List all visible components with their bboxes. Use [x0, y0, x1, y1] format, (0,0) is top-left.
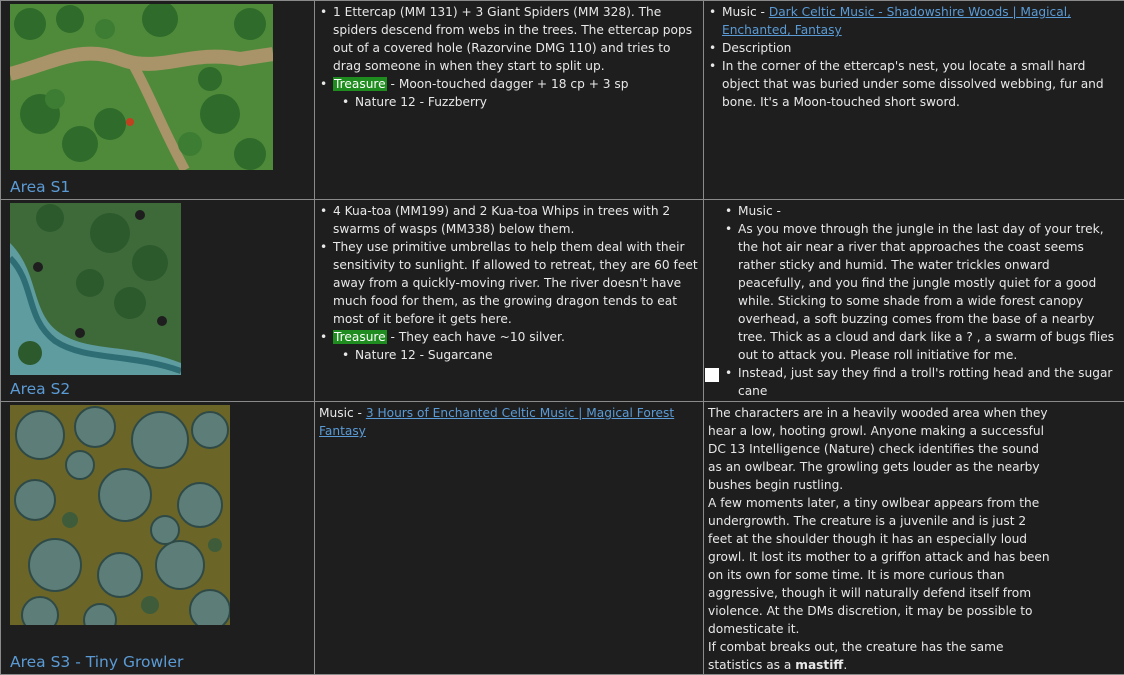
- sub-list-item: Nature 12 - Fuzzberry: [339, 93, 699, 111]
- list-item: As you move through the jungle in the la…: [722, 220, 1120, 364]
- encounter-cell: 1 Ettercap (MM 131) + 3 Giant Spiders (M…: [315, 1, 704, 200]
- treasure-highlight: Treasure: [333, 77, 387, 91]
- area-cell: Area S2: [1, 200, 315, 402]
- treasure-highlight: Treasure: [333, 330, 387, 344]
- stat-text: If combat breaks out, the creature has t…: [708, 640, 1003, 672]
- list-item: 4 Kua-toa (MM199) and 2 Kua-toa Whips in…: [317, 202, 699, 238]
- music-item: Music - Dark Celtic Music - Shadowshire …: [706, 3, 1120, 39]
- encounter-list: 1 Ettercap (MM 131) + 3 Giant Spiders (M…: [317, 3, 699, 93]
- sub-list: Nature 12 - Sugarcane: [339, 346, 699, 364]
- encounter-cell: 4 Kua-toa (MM199) and 2 Kua-toa Whips in…: [315, 200, 704, 402]
- music-label: Music -: [722, 5, 769, 19]
- stat-suffix: .: [843, 658, 847, 672]
- list-item: Music -: [722, 202, 1120, 220]
- music-label: Music -: [319, 406, 366, 420]
- treasure-text: - Moon-touched dagger + 18 cp + 3 sp: [387, 77, 629, 91]
- description-cell: Music - As you move through the jungle i…: [704, 200, 1124, 402]
- list-item: 1 Ettercap (MM 131) + 3 Giant Spiders (M…: [317, 3, 699, 75]
- list-item-treasure: Treasure - They each have ~10 silver.: [317, 328, 699, 346]
- list-item-treasure: Treasure - Moon-touched dagger + 18 cp +…: [317, 75, 699, 93]
- battle-map-river-image: [10, 203, 181, 375]
- battle-map-woods-image: [10, 405, 230, 625]
- description-cell: Music - Dark Celtic Music - Shadowshire …: [704, 1, 1124, 200]
- encounter-list: 4 Kua-toa (MM199) and 2 Kua-toa Whips in…: [317, 202, 699, 346]
- table-row: Area S3 - Tiny Growler Music - 3 Hours o…: [1, 402, 1124, 675]
- description-cell: The characters are in a heavily wooded a…: [704, 402, 1124, 675]
- encounter-cell: Music - 3 Hours of Enchanted Celtic Musi…: [315, 402, 704, 675]
- encounter-table: Area S1 1 Ettercap (MM 131) + 3 Giant Sp…: [0, 0, 1124, 675]
- list-item: They use primitive umbrellas to help the…: [317, 238, 699, 328]
- area-title: Area S1: [10, 177, 70, 197]
- sub-list-item: Nature 12 - Sugarcane: [339, 346, 699, 364]
- area-title: Area S2: [10, 379, 70, 399]
- table-row: Area S1 1 Ettercap (MM 131) + 3 Giant Sp…: [1, 1, 1124, 200]
- table-row: Area S2 4 Kua-toa (MM199) and 2 Kua-toa …: [1, 200, 1124, 402]
- checkbox[interactable]: [705, 368, 719, 382]
- area-cell: Area S1: [1, 1, 315, 200]
- music-link[interactable]: 3 Hours of Enchanted Celtic Music | Magi…: [319, 406, 674, 438]
- list-item: In the corner of the ettercap's nest, yo…: [706, 57, 1120, 111]
- description-list: Music - As you move through the jungle i…: [722, 202, 1120, 400]
- battle-map-forest-image: [10, 4, 273, 170]
- music-line: Music - 3 Hours of Enchanted Celtic Musi…: [319, 404, 699, 440]
- description-paragraph: A few moments later, a tiny owlbear appe…: [708, 494, 1054, 638]
- music-link[interactable]: Dark Celtic Music - Shadowshire Woods | …: [722, 5, 1071, 37]
- list-item: Description: [706, 39, 1120, 57]
- description-paragraph: The characters are in a heavily wooded a…: [708, 404, 1054, 494]
- description-list: Music - Dark Celtic Music - Shadowshire …: [706, 3, 1120, 111]
- list-item: Instead, just say they find a troll's ro…: [722, 364, 1120, 400]
- description-paragraph: If combat breaks out, the creature has t…: [708, 638, 1054, 674]
- stat-creature: mastiff: [795, 658, 843, 672]
- sub-list: Nature 12 - Fuzzberry: [339, 93, 699, 111]
- area-title: Area S3 - Tiny Growler: [10, 652, 183, 672]
- treasure-text: - They each have ~10 silver.: [387, 330, 565, 344]
- area-cell: Area S3 - Tiny Growler: [1, 402, 315, 675]
